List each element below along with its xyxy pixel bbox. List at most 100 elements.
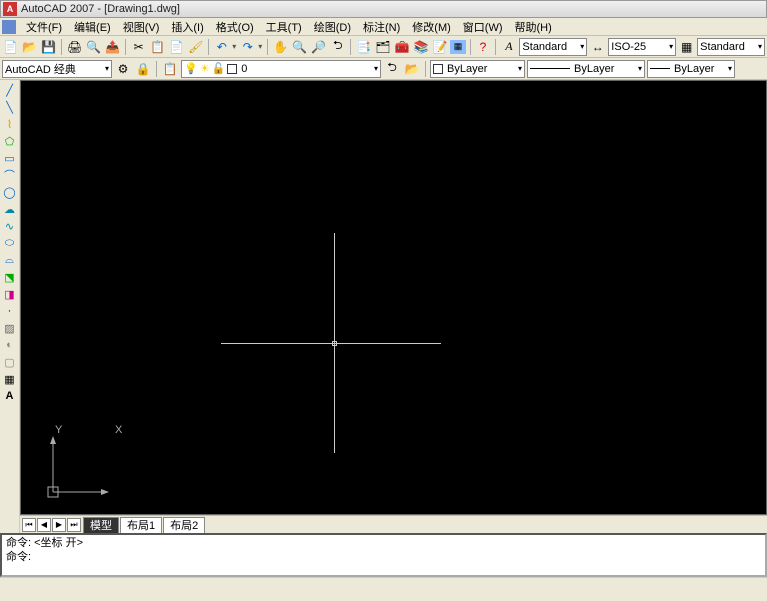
match-icon[interactable]: 🖌 xyxy=(187,38,204,56)
linetype-combo[interactable]: ByLayer ▾ xyxy=(527,60,645,78)
zoom-prev-icon[interactable]: ⮌ xyxy=(329,38,346,56)
tab-first-icon[interactable]: ⏮ xyxy=(22,518,36,532)
menu-modify[interactable]: 修改(M) xyxy=(406,19,457,35)
circle-icon[interactable]: ◯ xyxy=(2,184,18,200)
tab-last-icon[interactable]: ⏭ xyxy=(67,518,81,532)
menu-file[interactable]: 文件(F) xyxy=(20,19,68,35)
dropdown-arrow-icon: ▾ xyxy=(514,64,522,73)
dropdown-arrow-icon[interactable]: ▾ xyxy=(232,42,236,51)
paste-icon[interactable]: 📄 xyxy=(168,38,185,56)
drawing-canvas[interactable]: Y X xyxy=(20,80,767,515)
preview-icon[interactable]: 🔍 xyxy=(85,38,102,56)
menu-bar: 文件(F) 编辑(E) 视图(V) 插入(I) 格式(O) 工具(T) 绘图(D… xyxy=(0,18,767,36)
lineweight-combo[interactable]: ByLayer ▾ xyxy=(647,60,735,78)
command-history-line: 命令: <坐标 开> xyxy=(6,536,761,550)
tool-palette-icon[interactable]: 🧰 xyxy=(393,38,410,56)
insert-block-icon[interactable]: ⬔ xyxy=(2,269,18,285)
menu-help[interactable]: 帮助(H) xyxy=(509,19,558,35)
cline-icon[interactable]: ╲ xyxy=(2,99,18,115)
draw-toolbar: ╱ ╲ ⌇ ⬠ ▭ ⌒ ◯ ☁ ∿ ⬭ ⌓ ⬔ ◨ · ▨ ◐ ▢ ▦ A xyxy=(0,80,20,533)
polygon-icon[interactable]: ⬠ xyxy=(2,133,18,149)
lineweight-value: ByLayer xyxy=(674,63,714,75)
spline-icon[interactable]: ∿ xyxy=(2,218,18,234)
tab-next-icon[interactable]: ▶ xyxy=(52,518,66,532)
line-icon[interactable]: ╱ xyxy=(2,82,18,98)
save-icon[interactable]: 💾 xyxy=(40,38,57,56)
canvas-container: Y X ⏮ ◀ ▶ ⏭ 模型 布局1 布局2 xyxy=(20,80,767,533)
dim-style-icon[interactable]: ↔ xyxy=(589,38,606,56)
design-center-icon[interactable]: 🗂 xyxy=(374,38,391,56)
separator-icon xyxy=(350,39,351,55)
layer-prev-icon[interactable]: ⮌ xyxy=(383,60,401,78)
tab-model[interactable]: 模型 xyxy=(83,517,119,533)
region-icon[interactable]: ▢ xyxy=(2,354,18,370)
gradient-icon[interactable]: ◐ xyxy=(2,337,18,353)
tab-layout1[interactable]: 布局1 xyxy=(120,517,162,533)
make-block-icon[interactable]: ◨ xyxy=(2,286,18,302)
table-style-icon[interactable]: ▦ xyxy=(678,38,695,56)
window-title: AutoCAD 2007 - [Drawing1.dwg] xyxy=(21,3,180,15)
table-style-value: Standard xyxy=(700,41,745,53)
print-icon[interactable]: 🖨 xyxy=(66,38,83,56)
ellipse-icon[interactable]: ⬭ xyxy=(2,235,18,251)
copy-icon[interactable]: 📋 xyxy=(149,38,166,56)
separator-icon xyxy=(61,39,62,55)
menu-view[interactable]: 视图(V) xyxy=(117,19,166,35)
mtext-icon[interactable]: A xyxy=(2,388,18,404)
menu-dim[interactable]: 标注(N) xyxy=(357,19,406,35)
open-icon[interactable]: 📂 xyxy=(21,38,38,56)
dropdown-arrow-icon: ▾ xyxy=(665,42,673,51)
layer-combo[interactable]: 💡 ☀ 🔓 0 ▾ xyxy=(181,60,381,78)
rectangle-icon[interactable]: ▭ xyxy=(2,150,18,166)
pan-icon[interactable]: ✋ xyxy=(272,38,289,56)
point-icon[interactable]: · xyxy=(2,303,18,319)
publish-icon[interactable]: 📤 xyxy=(104,38,121,56)
redo-icon[interactable]: ↷ xyxy=(239,38,256,56)
table-icon[interactable]: ▦ xyxy=(2,371,18,387)
text-style-icon[interactable]: A xyxy=(500,38,517,56)
dropdown-arrow-icon: ▾ xyxy=(576,42,584,51)
menu-format[interactable]: 格式(O) xyxy=(210,19,260,35)
menu-window[interactable]: 窗口(W) xyxy=(457,19,509,35)
tab-prev-icon[interactable]: ◀ xyxy=(37,518,51,532)
hatch-icon[interactable]: ▨ xyxy=(2,320,18,336)
text-style-combo[interactable]: Standard ▾ xyxy=(519,38,587,56)
command-input-line[interactable]: 命令: xyxy=(6,550,761,564)
dropdown-arrow-icon: ▾ xyxy=(634,64,642,73)
properties-icon[interactable]: 📑 xyxy=(355,38,372,56)
undo-icon[interactable]: ↶ xyxy=(213,38,230,56)
layer-value: 0 xyxy=(241,63,247,75)
markup-icon[interactable]: 📝 xyxy=(431,38,448,56)
separator-icon xyxy=(125,39,126,55)
dropdown-arrow-icon[interactable]: ▾ xyxy=(258,42,262,51)
calc-icon[interactable]: ▦ xyxy=(450,40,465,54)
color-combo[interactable]: ByLayer ▾ xyxy=(430,60,525,78)
command-window[interactable]: 命令: <坐标 开> 命令: xyxy=(0,533,767,577)
linetype-preview-icon xyxy=(530,68,570,69)
zoom-realtime-icon[interactable]: 🔍 xyxy=(291,38,308,56)
menu-edit[interactable]: 编辑(E) xyxy=(68,19,117,35)
menu-draw[interactable]: 绘图(D) xyxy=(308,19,357,35)
tab-layout2[interactable]: 布局2 xyxy=(163,517,205,533)
cmd-label: 命令: xyxy=(6,537,31,549)
revcloud-icon[interactable]: ☁ xyxy=(2,201,18,217)
workspace-lock-icon[interactable]: 🔒 xyxy=(134,60,152,78)
cut-icon[interactable]: ✂ xyxy=(130,38,147,56)
arc-icon[interactable]: ⌒ xyxy=(2,167,18,183)
menu-tools[interactable]: 工具(T) xyxy=(260,19,308,35)
workspace-combo[interactable]: AutoCAD 经典 ▾ xyxy=(2,60,112,78)
sheet-set-icon[interactable]: 📚 xyxy=(412,38,429,56)
polyline-icon[interactable]: ⌇ xyxy=(2,116,18,132)
new-icon[interactable]: 📄 xyxy=(2,38,19,56)
ellipse-arc-icon[interactable]: ⌓ xyxy=(2,252,18,268)
help-icon[interactable]: ? xyxy=(474,38,491,56)
zoom-window-icon[interactable]: 🔎 xyxy=(310,38,327,56)
dim-style-combo[interactable]: ISO-25 ▾ xyxy=(608,38,676,56)
color-swatch-icon xyxy=(227,64,237,74)
workspace-settings-icon[interactable]: ⚙ xyxy=(114,60,132,78)
layer-states-icon[interactable]: 📂 xyxy=(403,60,421,78)
crosshair-horizontal xyxy=(221,343,441,344)
menu-insert[interactable]: 插入(I) xyxy=(165,19,209,35)
table-style-combo[interactable]: Standard ▾ xyxy=(697,38,765,56)
layer-manager-icon[interactable]: 📋 xyxy=(161,60,179,78)
